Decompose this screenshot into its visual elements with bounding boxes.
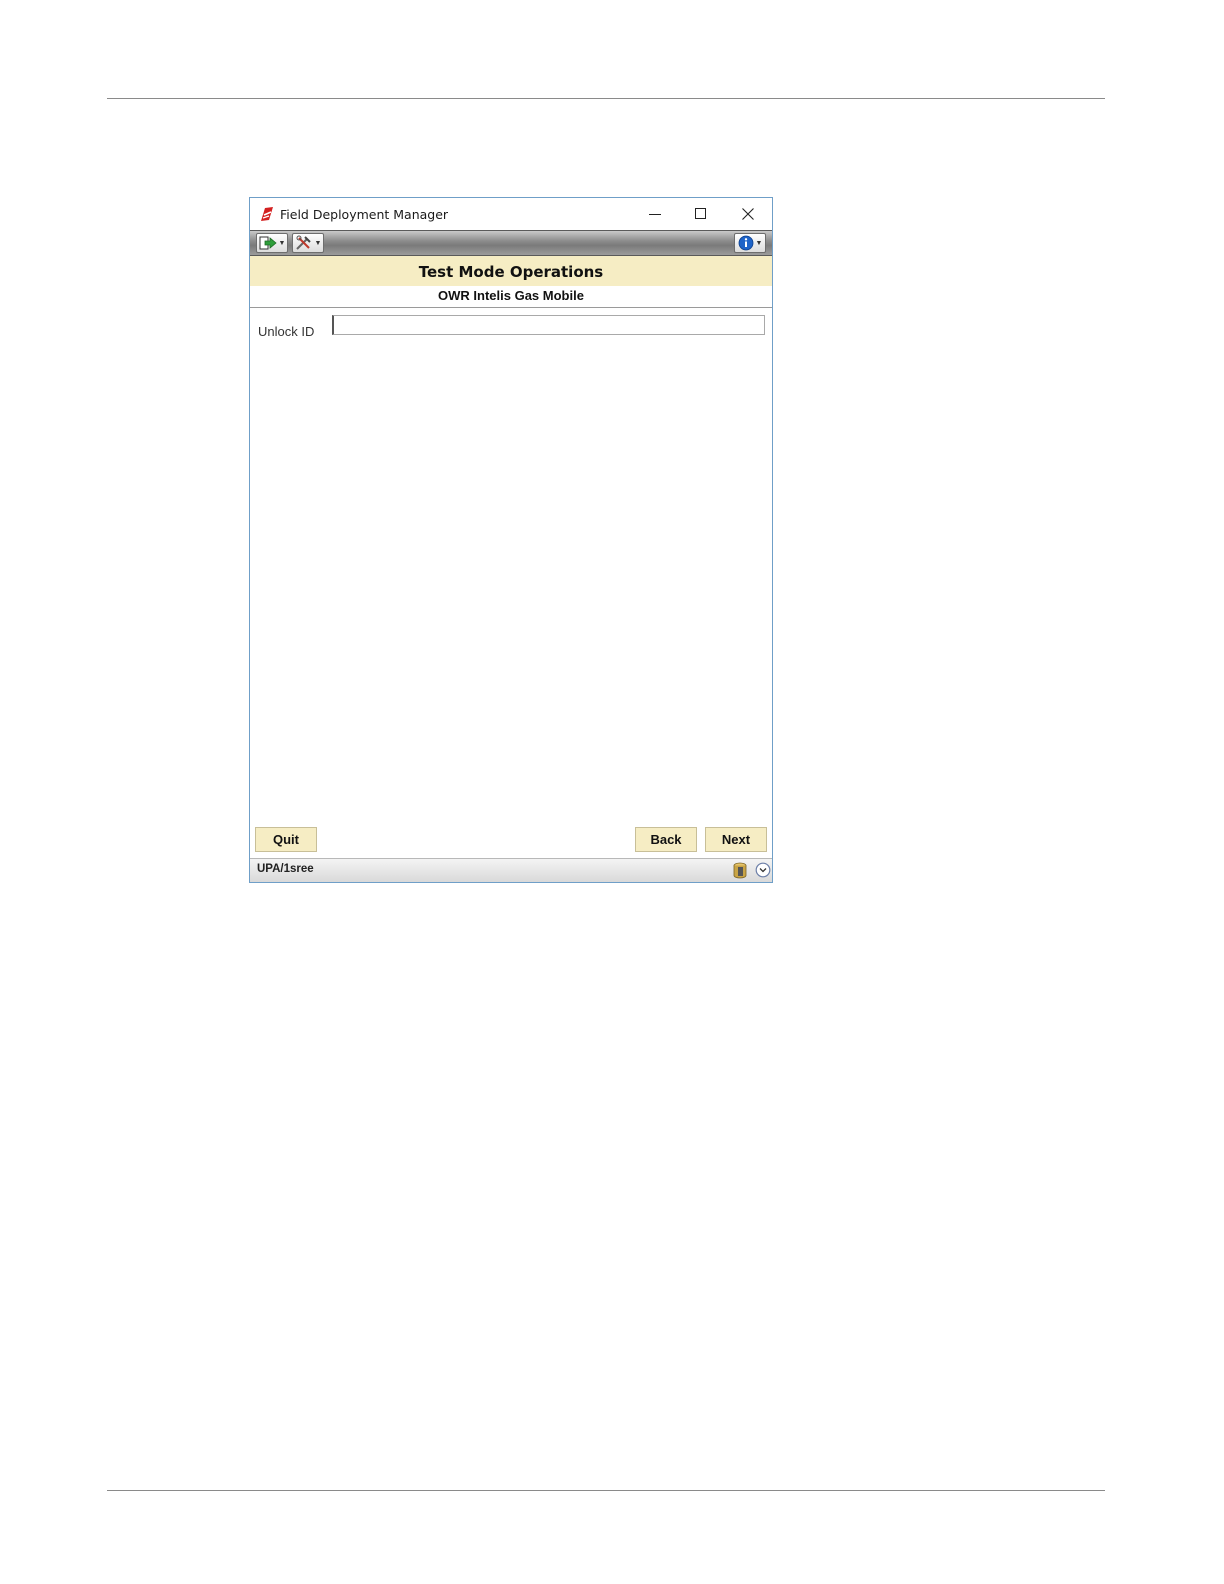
app-window: Field Deployment Manager ▼ ▼ ▼ Test Mode…: [249, 197, 773, 883]
back-button[interactable]: Back: [635, 827, 697, 852]
maximize-icon: [695, 208, 706, 219]
next-button[interactable]: Next: [705, 827, 767, 852]
exit-menu-button[interactable]: ▼: [256, 233, 288, 253]
page-title: Test Mode Operations: [418, 263, 604, 281]
chevron-down-icon: ▼: [314, 239, 322, 247]
minimize-icon: [649, 214, 661, 215]
clock-icon[interactable]: [755, 862, 771, 878]
bottom-rule: [107, 1490, 1105, 1491]
tools-menu-button[interactable]: ▼: [292, 233, 324, 253]
chevron-down-icon: ▼: [278, 239, 286, 247]
maximize-button[interactable]: [681, 202, 721, 226]
exit-arrow-icon: [259, 236, 277, 250]
title-bar[interactable]: Field Deployment Manager: [250, 198, 772, 230]
document-page: Field Deployment Manager ▼ ▼ ▼ Test Mode…: [0, 0, 1224, 1584]
database-icon[interactable]: [732, 862, 748, 879]
info-menu-button[interactable]: ▼: [734, 233, 766, 253]
close-icon: [742, 208, 754, 220]
unlock-id-label: Unlock ID: [258, 324, 315, 339]
info-icon: [738, 235, 753, 251]
close-button[interactable]: [728, 202, 768, 226]
status-bar: UPA/1sree: [250, 858, 772, 882]
top-rule: [107, 98, 1105, 99]
minimize-button[interactable]: [635, 202, 675, 226]
chevron-down-icon: ▼: [755, 239, 763, 247]
page-header: Test Mode Operations OWR Intelis Gas Mob…: [250, 256, 772, 308]
tools-icon: [295, 235, 311, 250]
page-subtitle: OWR Intelis Gas Mobile: [438, 288, 584, 303]
unlock-id-input[interactable]: [332, 315, 765, 335]
quit-button[interactable]: Quit: [255, 827, 317, 852]
toolbar: ▼ ▼ ▼: [250, 230, 772, 256]
window-title: Field Deployment Manager: [280, 207, 449, 222]
status-user: UPA/1sree: [257, 863, 314, 875]
app-logo-icon: [261, 207, 273, 221]
